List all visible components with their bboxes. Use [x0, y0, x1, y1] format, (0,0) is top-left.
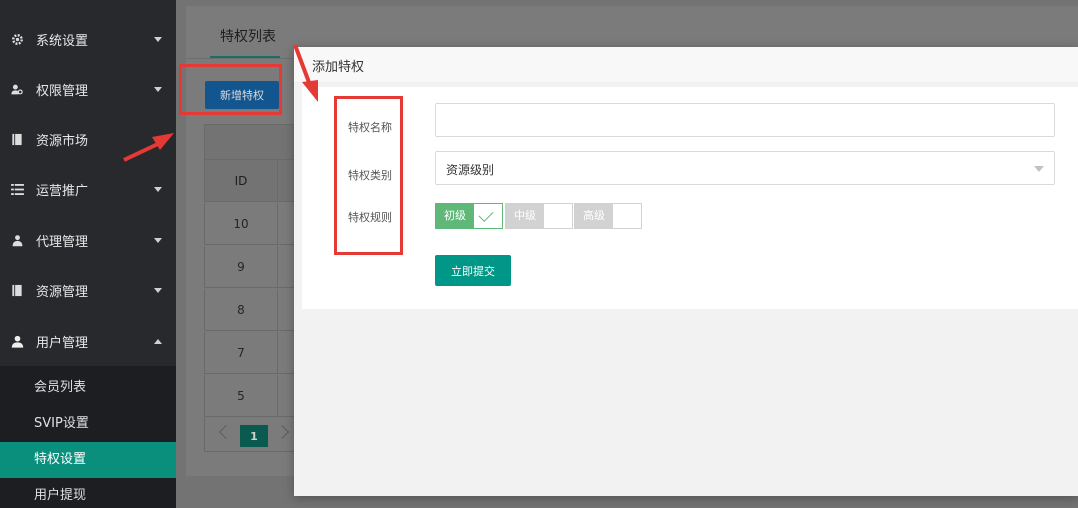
dialog-form: 特权名称 特权类别 资源级别 特权规则 初级 中级 高级 立即提交 — [302, 87, 1078, 309]
sidebar-item-label: 资源市场 — [36, 133, 89, 149]
chevron-right-icon[interactable] — [274, 424, 290, 440]
sidebar-item-label: 权限管理 — [36, 83, 89, 99]
book-icon — [10, 132, 24, 146]
annotation-box-new-button — [179, 64, 282, 115]
checkbox-box — [544, 204, 572, 228]
table-cell-id: 8 — [205, 289, 278, 331]
table-row: 5 — [204, 375, 304, 417]
sidebar-item-permissions[interactable]: 权限管理 — [0, 64, 176, 114]
chevron-down-icon — [154, 186, 162, 192]
checkbox-label: 高级 — [575, 204, 613, 228]
sidebar-item-label: 代理管理 — [36, 234, 89, 250]
sidebar-subitem-withdraw[interactable]: 用户提现 — [0, 478, 176, 508]
table-header-row: ID — [204, 160, 304, 202]
sidebar-item-system-settings[interactable]: 系统设置 — [0, 14, 176, 64]
checkbox-label: 中级 — [506, 204, 544, 228]
table-cell-id: 7 — [205, 332, 278, 374]
table-cell-id: 5 — [205, 375, 278, 417]
user-submenu: 会员列表 SVIP设置 特权设置 用户提现 — [0, 366, 176, 508]
book-icon — [10, 283, 24, 297]
check-icon — [474, 204, 502, 228]
privilege-type-value: 资源级别 — [446, 163, 495, 177]
level-primary-checkbox[interactable]: 初级 — [435, 203, 503, 229]
users-key-icon — [10, 82, 24, 96]
sidebar-item-resource-market[interactable]: 资源市场 — [0, 114, 176, 164]
dialog-title: 添加特权 — [312, 60, 365, 75]
chevron-left-icon[interactable] — [218, 424, 234, 440]
user-icon — [10, 334, 24, 348]
sidebar-item-operations[interactable]: 运营推广 — [0, 164, 176, 214]
sidebar-item-agents[interactable]: 代理管理 — [0, 215, 176, 265]
sidebar-item-label: 资源管理 — [36, 284, 89, 300]
gear-icon — [10, 32, 24, 46]
sidebar-item-label: 用户管理 — [36, 335, 89, 351]
annotation-box-form-labels — [334, 96, 403, 255]
table-cell-id: 9 — [205, 246, 278, 288]
add-privilege-dialog: 添加特权 特权名称 特权类别 资源级别 特权规则 初级 中级 高级 立即提交 — [294, 47, 1078, 496]
privilege-type-select[interactable]: 资源级别 — [435, 151, 1055, 185]
list-icon — [10, 182, 24, 196]
table-row: 10 — [204, 203, 304, 245]
checkbox-label: 初级 — [436, 204, 474, 228]
table-cell-id: 10 — [205, 203, 278, 245]
table-row: 7 — [204, 332, 304, 374]
page-current[interactable]: 1 — [240, 425, 268, 447]
chevron-down-icon — [154, 86, 162, 92]
dropdown-arrow-icon — [1034, 166, 1044, 172]
sidebar-item-label: 运营推广 — [36, 183, 89, 199]
chevron-down-icon — [154, 36, 162, 42]
sidebar-item-label: 系统设置 — [36, 33, 89, 49]
people-icon — [10, 233, 24, 247]
sidebar-subitem-privileges[interactable]: 特权设置 — [0, 442, 176, 478]
chevron-down-icon — [154, 237, 162, 243]
sidebar-subitem-members[interactable]: 会员列表 — [0, 370, 176, 406]
dialog-header: 添加特权 — [294, 47, 1078, 83]
table-row: 9 — [204, 246, 304, 288]
level-advanced-checkbox[interactable]: 高级 — [574, 203, 642, 229]
privilege-name-input[interactable] — [435, 103, 1055, 137]
submit-button[interactable]: 立即提交 — [435, 255, 511, 286]
tab-privilege-list[interactable]: 特权列表 — [220, 26, 276, 46]
chevron-up-icon — [154, 338, 162, 344]
checkbox-box — [613, 204, 641, 228]
table-row: 8 — [204, 289, 304, 331]
chevron-down-icon — [154, 287, 162, 293]
sidebar: 系统设置 权限管理 资源市场 运营推广 代理管理 资源管理 用户管理 会员列表 … — [0, 0, 176, 508]
level-intermediate-checkbox[interactable]: 中级 — [505, 203, 573, 229]
sidebar-item-resources[interactable]: 资源管理 — [0, 265, 176, 315]
table-header-id: ID — [205, 160, 278, 202]
sidebar-item-users[interactable]: 用户管理 — [0, 316, 176, 366]
sidebar-subitem-svip[interactable]: SVIP设置 — [0, 406, 176, 442]
